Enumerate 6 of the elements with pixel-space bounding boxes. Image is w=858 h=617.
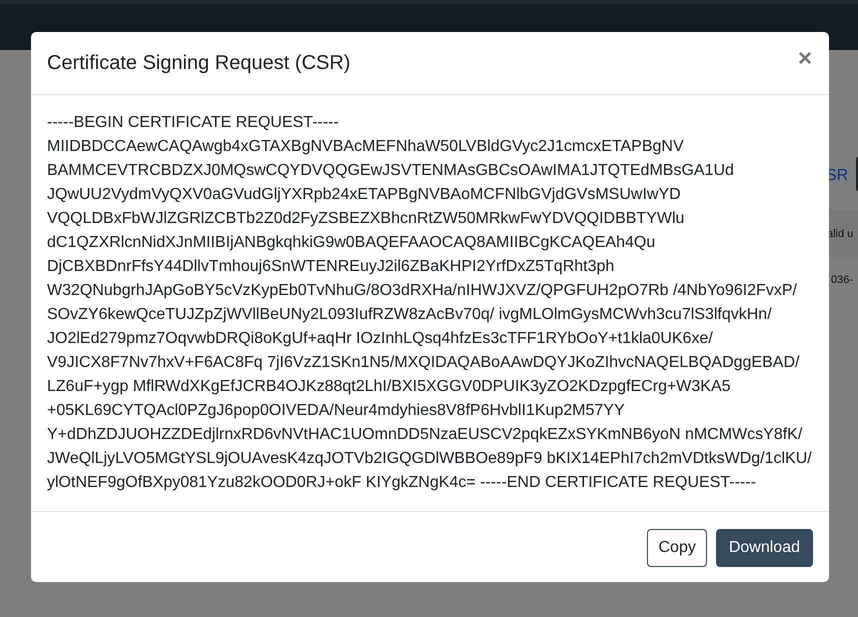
copy-button[interactable]: Copy [647,529,707,567]
csr-text: -----BEGIN CERTIFICATE REQUEST----- MIIDBDCCAewCAQAwgb4xGTAXBgNVBAcMEFNhaW50LVBldGVyc2J1cmcxETAPBgNV BAMMCEVTRCBDZXJ0MQswCQYDVQQGEwJSVTENMAsGBCsOAwIMA1JTQTEdMBsGA1Ud JQwUU2VydmVyQXV0aGVudGljYXRpb24xETAPBgNVBAoMCFNlbGVjdGVsMSUwIwYD VQQLDBxFbWJlZGRlZCBTb2Z0d2FyZSBEZXBhcnRtZW50MRkwFwYDVQQIDBBTYWlu dC1QZXRlcnNidXJnMIIBIjANBgkqhkiG9w0BAQEFAAOCAQ8AMIIBCgKCAQEAh4Qu DjCBXBDnrFfsY44DllvTmhouj6SnWTENREuyJ2il6ZBaKHPI2YrfDxZ5TqRht3ph W32QNubgrhJApGoBY5cVzKypEb0TvNhuG/8O3dRXHa/nIHWJXVZ/QPGFUH2pO7Rb /4NbYo96I2FvxP/ SOvZY6kewQceTUJZpZjWVllBeUNy2L093IufRZW8zAcBv70q/ ivgMLOlmGysMCWvh3cu7lS3lfqvkHn/ JO2lEd279pmz7OqvwbDRQi8oKgUf+aqHr IOzInhLQsq4hfzEs3cTFF1RYbOoY+t1kla0UK6xe/ V9JICX8F7Nv7hxV+F6AC8Fq 7jI6VzZ1SKn1N5/MXQIDAQABoAAwDQYJKoZIhvcNAQELBQADggEBAD/ LZ6uF+ygp MflRWdXKgEfJCRB4OJKz88qt2LhI/BXI5XGGV0DPUIK3yZO2KDzpgfECrg+W3KA5 +05KL69CYTQAcl0PZgJ6pop0OIVEDA/Neur4mdyhies8V8fP6HvblI1Kup2M57YY Y+dDhZDJUOHZZDEdjlrnxRD6vNVtHAC1UOmnDD5NzaEUSCV2pqkEZxSYKmNB6yoN nMCMWcsY8fK/ JWeQlLjyLVO5MGtYSL9jOUAvesK4zqJOTVb2IGQGDlWBBOe89pF9 bKIX14EPhI7ch2mVDtksWDg/1clKU/ ylOtNEF9gOfBXpy081Yzu82kOOD0RJ+okF KIYgkZNgK4c= -----END CERTIFICATE REQUEST----- [46,113,813,493]
dialog-title: Certificate Signing Request (CSR) [47,51,350,76]
close-button[interactable]: × [796,47,814,71]
download-button[interactable]: Download [716,529,813,567]
table-cell-text: 036- [830,273,854,288]
